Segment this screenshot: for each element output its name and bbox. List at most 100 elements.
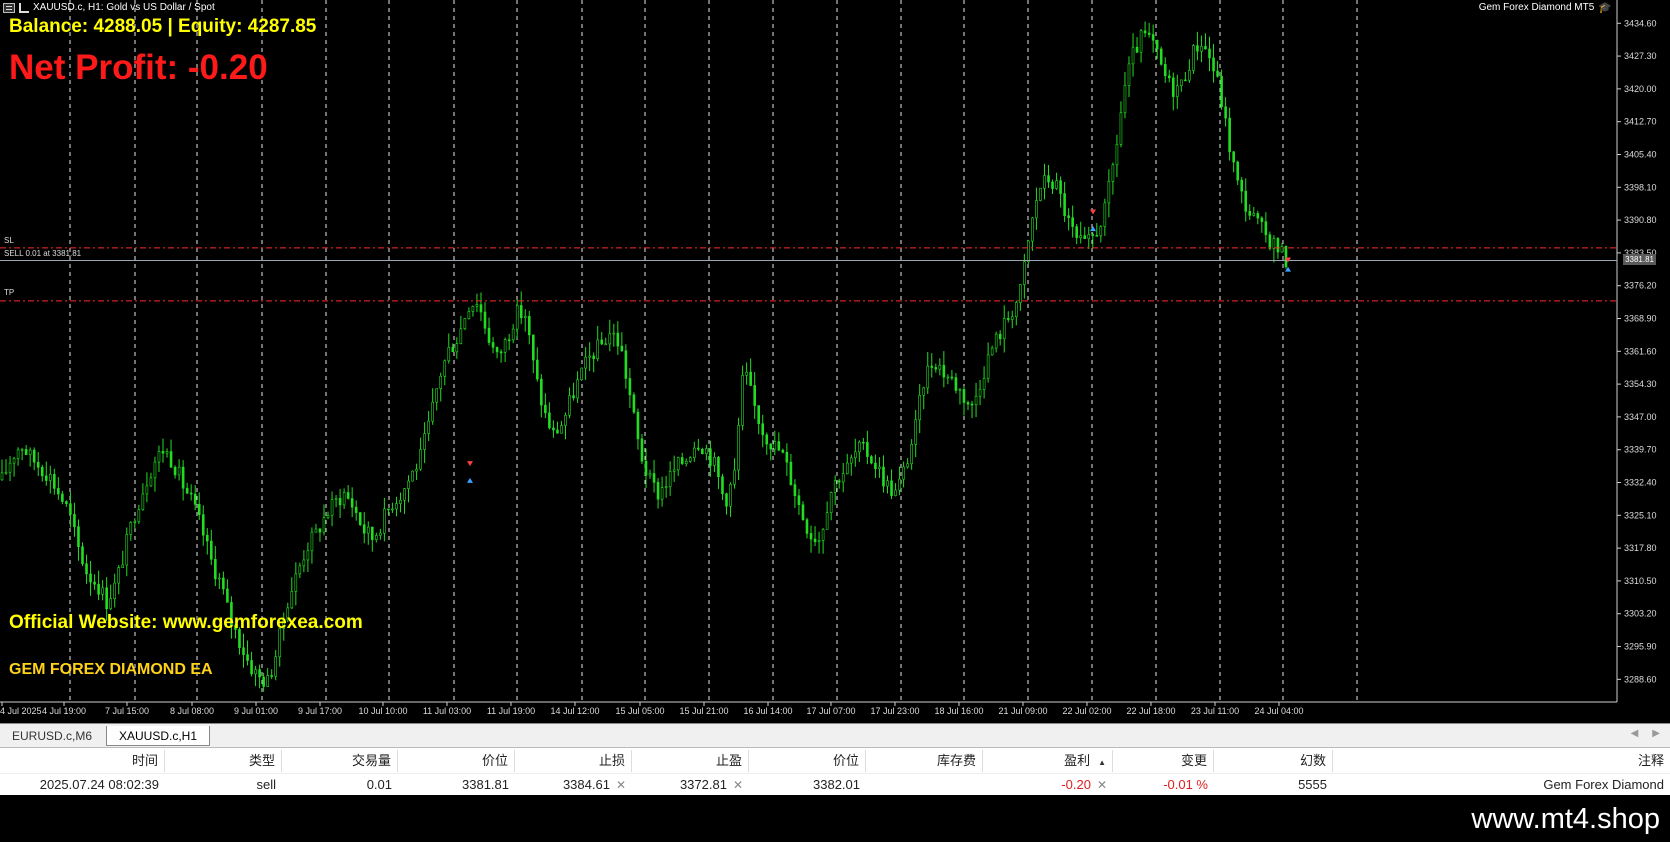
col-header-comment[interactable]: 注释 bbox=[1333, 750, 1670, 772]
candle-body bbox=[697, 447, 700, 450]
buy-arrow-icon-1 bbox=[1090, 226, 1096, 232]
candle-body bbox=[596, 339, 600, 360]
col-header-type[interactable]: 类型 bbox=[165, 750, 282, 772]
candle-body bbox=[1159, 48, 1163, 65]
col-header-magic[interactable]: 幻数 bbox=[1214, 750, 1333, 772]
candle-body bbox=[383, 508, 386, 534]
tab-xauusd-h1[interactable]: XAUUSD.c,H1 bbox=[106, 726, 211, 746]
candle-body bbox=[407, 480, 410, 489]
candle-body bbox=[777, 441, 781, 451]
candle-body bbox=[584, 356, 587, 369]
x-tick-label-8: 11 Jul 19:00 bbox=[487, 706, 535, 716]
cell-open-price: 3381.81 bbox=[462, 777, 509, 792]
candle-body bbox=[254, 669, 257, 675]
candle-body bbox=[266, 675, 269, 687]
candle-body bbox=[258, 669, 261, 678]
close-position-icon[interactable]: ✕ bbox=[1097, 778, 1107, 792]
candle-body bbox=[395, 503, 398, 510]
candle-body bbox=[1002, 318, 1006, 340]
tab-eurusd-m6[interactable]: EURUSD.c,M6 bbox=[0, 726, 104, 746]
candle-body bbox=[314, 528, 318, 533]
candle-body bbox=[725, 493, 728, 507]
candle-body bbox=[709, 448, 712, 466]
candle-body bbox=[447, 347, 451, 362]
y-tick-label-16: 3317.80 bbox=[1624, 543, 1657, 553]
chart-type-icon[interactable] bbox=[19, 2, 29, 13]
candle-body bbox=[604, 343, 608, 346]
cell-tp: 3372.81 ✕ bbox=[632, 774, 749, 796]
candle-body bbox=[222, 577, 225, 590]
chart-menu-icon[interactable] bbox=[3, 2, 15, 13]
candle-body bbox=[1010, 316, 1014, 320]
candle-body bbox=[785, 451, 789, 463]
candle-body bbox=[548, 412, 551, 429]
x-tick-label-16: 21 Jul 09:00 bbox=[998, 706, 1047, 716]
candle-body bbox=[101, 587, 104, 595]
x-tick-label-3: 8 Jul 08:00 bbox=[170, 706, 214, 716]
candle-body bbox=[684, 460, 688, 464]
candle-body bbox=[24, 449, 28, 456]
candle-body bbox=[910, 444, 913, 465]
candle-body bbox=[439, 375, 443, 389]
col-header-profit-label: 盈利 bbox=[1064, 753, 1091, 768]
candle-body bbox=[161, 451, 165, 454]
candle-body bbox=[1236, 161, 1239, 181]
col-header-current-price[interactable]: 价位 bbox=[749, 750, 866, 772]
candle-body bbox=[495, 347, 499, 353]
candle-body bbox=[954, 377, 958, 391]
candle-body bbox=[141, 493, 145, 510]
candle-body bbox=[69, 503, 72, 515]
candle-body bbox=[1087, 234, 1091, 239]
candle-body bbox=[362, 524, 366, 534]
candle-body bbox=[173, 467, 177, 476]
x-tick-label-12: 16 Jul 14:00 bbox=[743, 706, 792, 716]
chevron-left-icon[interactable]: ◀ bbox=[1631, 728, 1639, 739]
chevron-right-icon[interactable]: ▶ bbox=[1652, 728, 1660, 739]
col-header-time[interactable]: 时间 bbox=[0, 750, 165, 772]
y-tick-label-11: 3354.30 bbox=[1624, 379, 1657, 389]
candle-body bbox=[306, 550, 310, 561]
col-header-price[interactable]: 价位 bbox=[398, 750, 515, 772]
col-header-change[interactable]: 变更 bbox=[1113, 750, 1214, 772]
candle-body bbox=[676, 457, 680, 471]
candle-body bbox=[48, 474, 52, 481]
candle-body bbox=[246, 654, 249, 661]
candle-body bbox=[28, 449, 32, 456]
x-tick-label-13: 17 Jul 07:00 bbox=[806, 706, 855, 716]
sell-arrow-icon-1 bbox=[1090, 209, 1096, 215]
candle-body bbox=[455, 343, 459, 353]
candle-body bbox=[1167, 75, 1171, 79]
col-header-sl[interactable]: 止损 bbox=[515, 750, 632, 772]
chart-title: XAUUSD.c, H1: Gold vs US Dollar / Spot bbox=[33, 2, 215, 13]
x-tick-label-17: 22 Jul 02:00 bbox=[1062, 706, 1111, 716]
candle-body bbox=[177, 466, 181, 476]
candle-body bbox=[616, 332, 620, 347]
candle-body bbox=[519, 305, 523, 318]
candle-body bbox=[129, 522, 133, 535]
candle-body bbox=[962, 389, 966, 403]
trade-positions-table: 时间 类型 交易量 价位 止损 止盈 价位 库存费 盈利 ▲ 变更 幻数 注释 2… bbox=[0, 747, 1670, 795]
candle-body bbox=[789, 461, 793, 485]
candle-body bbox=[1091, 234, 1095, 236]
col-header-swap[interactable]: 库存费 bbox=[866, 750, 983, 772]
x-tick-label-6: 10 Jul 10:00 bbox=[358, 706, 407, 716]
x-tick-label-19: 23 Jul 11:00 bbox=[1191, 706, 1239, 716]
candle-body bbox=[443, 360, 447, 377]
col-header-tp[interactable]: 止盈 bbox=[632, 750, 749, 772]
price-chart-area[interactable]: 3434.60 3427.30 3420.00 3412.70 3405.40 3398.… bbox=[0, 0, 1670, 723]
x-tick-label-20: 24 Jul 04:00 bbox=[1254, 706, 1303, 716]
col-header-volume[interactable]: 交易量 bbox=[282, 750, 398, 772]
col-header-profit[interactable]: 盈利 ▲ bbox=[983, 750, 1113, 772]
candle-body bbox=[250, 660, 253, 675]
candle-body bbox=[1127, 63, 1131, 86]
remove-tp-icon[interactable]: ✕ bbox=[733, 778, 743, 792]
table-row[interactable]: 2025.07.24 08:02:39 sell 0.01 3381.81 33… bbox=[0, 773, 1670, 795]
cell-profit-value: -0.20 bbox=[1061, 777, 1091, 792]
candle-body bbox=[12, 458, 16, 464]
expert-advisor-badge[interactable]: Gem Forex Diamond MT5 🎓 bbox=[1479, 1, 1612, 14]
candle-body bbox=[1135, 46, 1139, 53]
remove-sl-icon[interactable]: ✕ bbox=[616, 778, 626, 792]
candle-body bbox=[1232, 151, 1235, 163]
candle-body bbox=[1224, 106, 1227, 119]
candle-body bbox=[423, 433, 426, 450]
